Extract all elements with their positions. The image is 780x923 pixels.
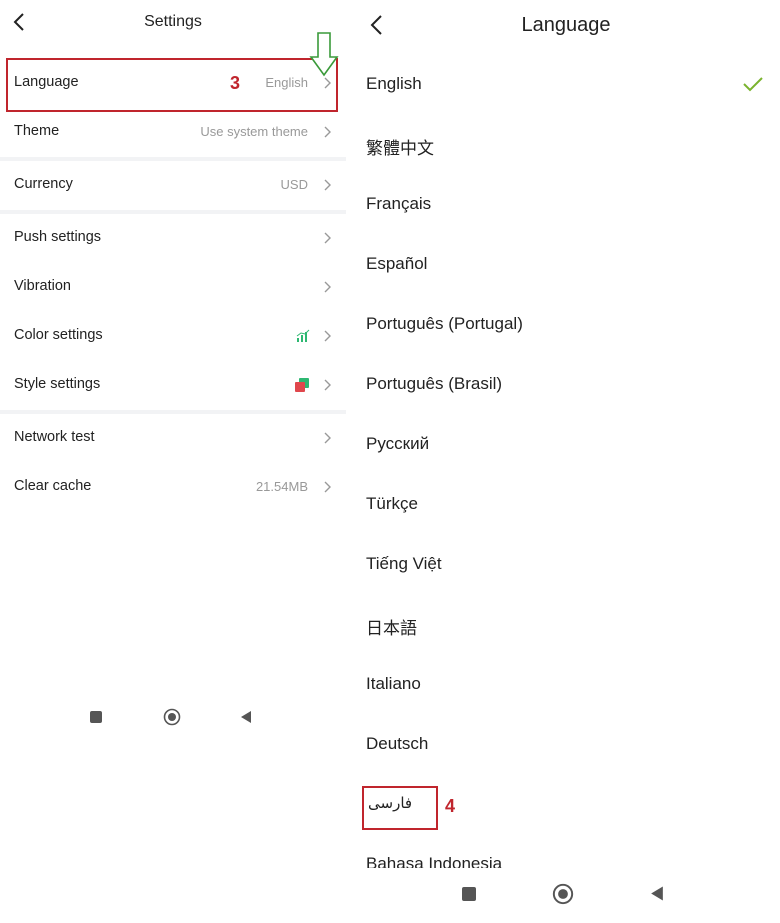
down-arrow-icon	[309, 32, 339, 77]
back-icon[interactable]	[650, 885, 664, 902]
settings-row-color[interactable]: Color settings	[0, 312, 346, 361]
back-icon[interactable]	[240, 710, 252, 724]
bar-chart-icon	[296, 329, 310, 342]
row-label: Push settings	[14, 229, 102, 245]
row-label: Style settings	[14, 376, 101, 392]
settings-row-currency[interactable]: Currency USD	[0, 161, 346, 210]
overlapping-squares-icon	[295, 378, 309, 392]
row-label: Network test	[14, 429, 95, 445]
settings-header: Settings	[0, 0, 346, 48]
system-nav-bar	[352, 876, 780, 912]
recents-icon[interactable]	[90, 711, 102, 723]
row-value: Use system theme	[200, 124, 308, 139]
language-option[interactable]: English	[366, 74, 422, 94]
highlight-box-persian	[362, 786, 438, 830]
language-screen: Language English 繁體中文 Français Español P…	[352, 0, 780, 923]
row-value: 21.54MB	[255, 479, 308, 494]
row-value: USD	[280, 177, 308, 192]
row-label: Color settings	[14, 327, 103, 343]
chevron-right-icon	[324, 232, 331, 244]
settings-row-style[interactable]: Style settings	[0, 361, 346, 410]
chevron-right-icon	[324, 432, 331, 444]
page-title: Settings	[144, 13, 202, 30]
settings-row-theme[interactable]: Theme Use system theme	[0, 108, 346, 157]
language-option[interactable]: Русский	[366, 434, 429, 454]
row-label: Currency	[14, 176, 73, 192]
language-option[interactable]: Italiano	[366, 674, 421, 694]
row-label: Theme	[14, 123, 60, 139]
home-icon[interactable]	[163, 708, 181, 726]
settings-screen: Settings Language English Theme Use syst…	[0, 0, 346, 923]
language-option[interactable]: 日本語	[366, 614, 417, 639]
highlight-box-language	[6, 58, 338, 112]
language-option[interactable]: Tiếng Việt	[366, 554, 442, 574]
chevron-right-icon	[324, 379, 331, 391]
step-number-label: 3	[230, 73, 241, 93]
language-option[interactable]: Español	[366, 254, 427, 274]
language-option[interactable]: Português (Brasil)	[366, 374, 502, 394]
step-number-label: 4	[445, 796, 456, 816]
settings-row-vibration[interactable]: Vibration	[0, 263, 346, 312]
row-label: Vibration	[14, 278, 71, 294]
chevron-right-icon	[324, 330, 331, 342]
settings-row-network[interactable]: Network test	[0, 414, 346, 463]
chevron-right-icon	[324, 179, 331, 191]
home-icon[interactable]	[552, 883, 574, 905]
settings-row-clear-cache[interactable]: Clear cache 21.54MB	[0, 463, 346, 512]
row-label: Clear cache	[14, 478, 92, 494]
chevron-right-icon	[324, 481, 331, 493]
recents-icon[interactable]	[462, 887, 476, 901]
settings-row-push[interactable]: Push settings	[0, 214, 346, 263]
language-option[interactable]: Français	[366, 194, 431, 214]
page-title: Language	[521, 14, 611, 36]
chevron-right-icon	[324, 281, 331, 293]
system-nav-bar	[0, 700, 346, 736]
language-option[interactable]: 繁體中文	[366, 134, 434, 159]
chevron-right-icon	[324, 126, 331, 138]
language-option[interactable]: Português (Portugal)	[366, 314, 523, 334]
check-icon	[743, 77, 763, 92]
language-option[interactable]: Deutsch	[366, 734, 428, 754]
language-option[interactable]: Türkçe	[366, 494, 418, 514]
